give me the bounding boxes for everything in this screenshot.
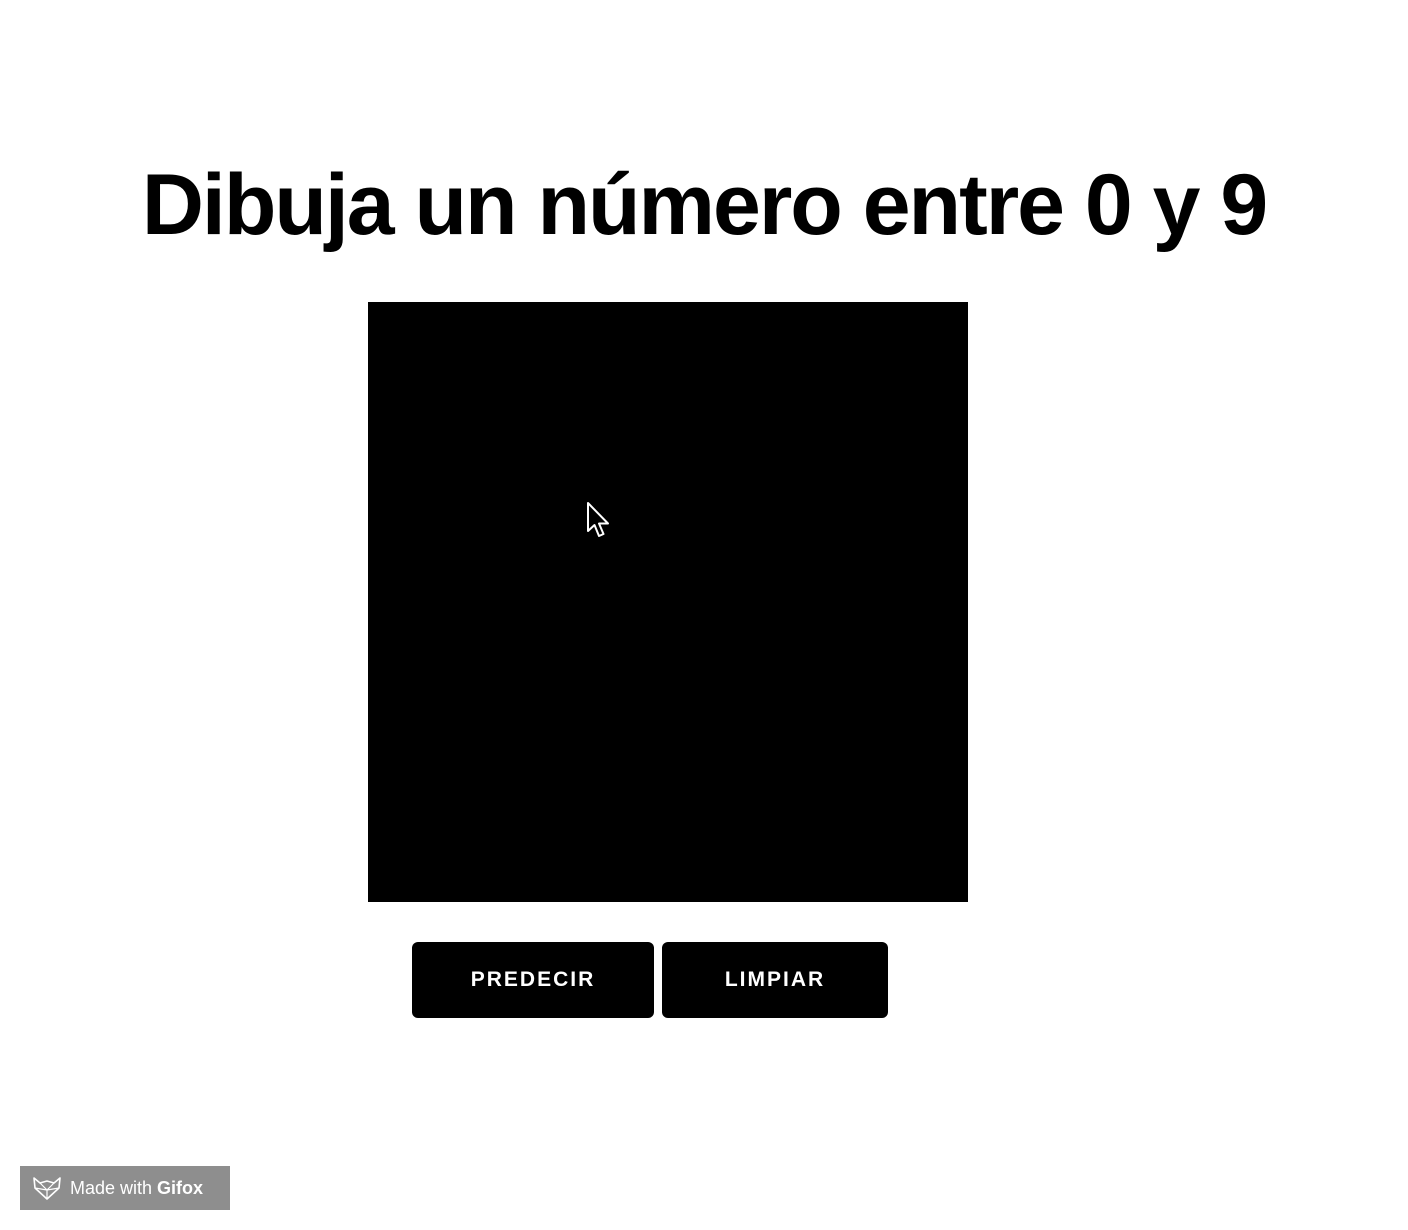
drawing-canvas[interactable] — [368, 302, 968, 902]
mouse-pointer-icon — [587, 502, 609, 537]
predict-button[interactable]: PREDECIR — [412, 942, 654, 1018]
watermark-brand: Gifox — [157, 1177, 204, 1198]
fox-icon — [33, 1177, 61, 1200]
clear-button[interactable]: LIMPIAR — [662, 942, 888, 1018]
gifox-watermark: Made with Gifox — [20, 1166, 230, 1210]
watermark-made-with: Made with — [70, 1177, 153, 1198]
page-title: Dibuja un número entre 0 y 9 — [141, 157, 1268, 253]
